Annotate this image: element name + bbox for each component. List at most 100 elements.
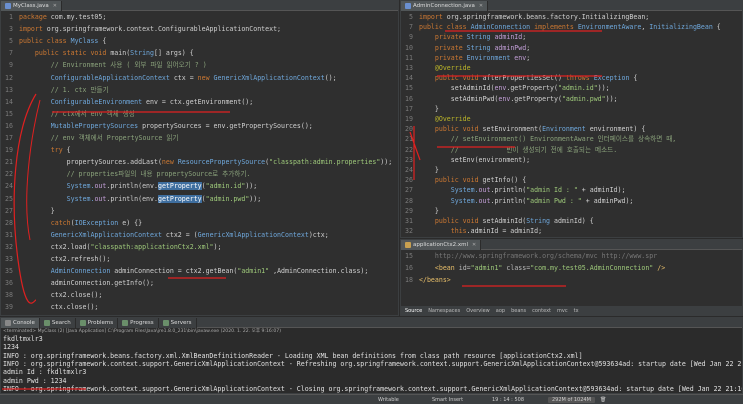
code-line[interactable]: 12 ConfigurableApplicationContext ctx = …: [1, 74, 398, 83]
xml-view-tab[interactable]: Overview: [466, 308, 490, 314]
line-number: 14: [405, 74, 413, 83]
code-line[interactable]: 19 @Override: [401, 115, 742, 124]
code-line[interactable]: 28 System.out.println("admin Pwd : " + a…: [401, 197, 742, 206]
line-number: 15: [405, 84, 413, 93]
code-line[interactable]: 11 private Environment env;: [401, 54, 742, 63]
code-line[interactable]: 5 public class MyClass {: [1, 37, 398, 46]
code-line[interactable]: 38 ctx2.close();: [1, 291, 398, 300]
code-line[interactable]: 7 public class AdminConnection implements…: [401, 23, 742, 32]
code-token: class=: [506, 264, 531, 272]
left-code-editor[interactable]: 1 package com.my.test05; 3 import org.sprin…: [1, 11, 398, 315]
code-line[interactable]: 16 MutablePropertySources propertySource…: [1, 122, 398, 131]
code-line[interactable]: 21 // setEnvironment() EnvironmentAware …: [401, 135, 742, 144]
code-text: ctx.close();: [19, 303, 99, 312]
xml-view-tab[interactable]: tx: [574, 308, 579, 314]
line-number: 18: [405, 276, 413, 284]
code-text: @Override: [419, 115, 471, 124]
console-tab[interactable]: Search: [39, 318, 76, 328]
code-line[interactable]: 18 </beans>: [401, 276, 742, 285]
xml-code-editor[interactable]: 15 http://www.springframework.org/schema…: [401, 250, 742, 306]
code-line[interactable]: 14 public void afterPropertiesSet() thro…: [401, 74, 742, 83]
line-number: 31: [5, 230, 13, 239]
code-token: org.springframework.context.Configurable…: [46, 25, 282, 34]
code-line[interactable]: 5 import org.springframework.beans.factor…: [401, 13, 742, 22]
close-icon[interactable]: ✕: [53, 3, 57, 9]
code-line[interactable]: 19 try {: [1, 146, 398, 155]
code-line[interactable]: 16 setAdminPwd(env.getProperty("admin.pw…: [401, 95, 742, 104]
xml-view-tab[interactable]: context: [532, 308, 551, 314]
xml-view-tab[interactable]: Namespaces: [428, 308, 460, 314]
code-line[interactable]: 32 this.adminId = adminId;: [401, 227, 742, 236]
code-line[interactable]: 13 @Override: [401, 64, 742, 73]
right-code-editor[interactable]: 5 import org.springframework.beans.factor…: [401, 11, 742, 237]
console-tab[interactable]: Progress: [118, 318, 159, 328]
code-line[interactable]: 23 setEnv(environment);: [401, 156, 742, 165]
xml-view-tab[interactable]: aop: [496, 308, 505, 314]
code-line[interactable]: 21 propertySources.addLast(new ResourceP…: [1, 158, 398, 167]
code-line[interactable]: 31 GenericXmlApplicationContext ctx2 = (…: [1, 231, 398, 240]
line-number: 16: [405, 94, 413, 103]
code-line[interactable]: 10 private String adminPwd;: [401, 44, 742, 53]
code-line[interactable]: 16 <bean id="admin1" class="com.my.test0…: [401, 264, 742, 273]
xml-view-tab[interactable]: Source: [405, 308, 422, 314]
code-line[interactable]: 27 }: [1, 207, 398, 216]
code-line[interactable]: 32 ctx2.load("classpath:applicationCtx2.…: [1, 243, 398, 252]
console-tab[interactable]: Console: [1, 318, 40, 328]
code-text: // 1. ctx 만들기: [19, 86, 109, 95]
line-number: 32: [405, 227, 413, 236]
code-text: try {: [19, 146, 71, 155]
code-line[interactable]: 15 http://www.springframework.org/schema…: [401, 252, 742, 261]
code-token: "com.my.test05.AdminConnection": [530, 264, 658, 272]
code-line[interactable]: 13 // 1. ctx 만들기: [1, 86, 398, 95]
code-token: ));: [380, 158, 393, 167]
trash-icon[interactable]: 🗑: [600, 397, 606, 403]
code-line[interactable]: 17 // env 객체에서 PropertySource 읽기: [1, 134, 398, 143]
code-text: // properties파일의 내용 propertySource로 추가하기…: [19, 170, 251, 179]
code-token: throws: [565, 74, 594, 83]
code-text: ctx2.load("classpath:applicationCtx2.xml…: [19, 243, 222, 252]
code-token: adminId: [494, 33, 523, 42]
code-line[interactable]: 9 private String adminId;: [401, 33, 742, 42]
code-line[interactable]: 39 ctx.close();: [1, 303, 398, 312]
console-tab[interactable]: Problems: [75, 318, 119, 328]
code-line[interactable]: 33 ctx2.refresh();: [1, 255, 398, 264]
code-line[interactable]: 9 // Environment 사용 ( 외부 파일 읽어오기 ? ): [1, 61, 398, 70]
code-line[interactable]: 22 // properties파일의 내용 propertySource로 추…: [1, 170, 398, 179]
code-line[interactable]: 1 package com.my.test05;: [1, 13, 398, 22]
code-line[interactable]: 3 import org.springframework.context.Conf…: [1, 25, 398, 34]
code-line[interactable]: 14 ConfigurableEnvironment env = ctx.get…: [1, 98, 398, 107]
code-line[interactable]: 17 }: [401, 105, 742, 114]
code-line[interactable]: 24 }: [401, 166, 742, 175]
code-token: ctx =: [173, 73, 198, 82]
console-tab-label: Search: [51, 319, 71, 326]
view-icon: [122, 319, 129, 326]
code-token: ctx2.close();: [19, 291, 103, 300]
close-icon[interactable]: ✕: [472, 242, 476, 248]
code-line[interactable]: 35 AdminConnection adminConnection = ctx…: [1, 267, 398, 276]
code-text: public void setEnvironment(Environment e…: [419, 125, 645, 134]
status-memory[interactable]: 292M of 1024M: [548, 397, 595, 403]
code-line[interactable]: 27 System.out.println("admin Id : " + ad…: [401, 186, 742, 195]
code-line[interactable]: 20 public void setEnvironment(Environmen…: [401, 125, 742, 134]
tab-applicationctx2-xml[interactable]: applicationCtx2.xml ✕: [401, 240, 482, 250]
console-tab[interactable]: Servers: [158, 318, 197, 328]
tab-myclass-java[interactable]: MyClass.java ✕: [1, 1, 62, 11]
code-line[interactable]: 31 public void setAdminId(String adminId…: [401, 217, 742, 226]
code-line[interactable]: 25 System.out.println(env.getProperty("a…: [1, 194, 398, 204]
code-line[interactable]: 29 }: [401, 207, 742, 216]
close-icon[interactable]: ✕: [479, 3, 483, 9]
code-line[interactable]: 15 setAdminId(env.getProperty("admin.id"…: [401, 84, 742, 93]
xml-view-tab[interactable]: beans: [511, 308, 526, 314]
code-line[interactable]: 36 adminConnection.getInfo();: [1, 279, 398, 288]
xml-view-tab[interactable]: mvc: [557, 308, 568, 314]
code-line[interactable]: 7 public static void main(String[] args)…: [1, 49, 398, 58]
code-line[interactable]: 26 public void getInfo() {: [401, 176, 742, 185]
code-line[interactable]: 22 // 빈이 생성되기 전에 호출되는 메소드.: [401, 146, 742, 155]
code-line[interactable]: 15 // ctx에서 env 객체 생성: [1, 110, 398, 119]
code-token: e) {}: [122, 218, 143, 227]
tab-adminconnection-java[interactable]: AdminConnection.java ✕: [401, 1, 489, 11]
code-line[interactable]: 24 System.out.println(env.getProperty("a…: [1, 182, 398, 191]
line-number: 36: [5, 279, 13, 288]
console-output[interactable]: fkdltmxlr3 1234 INFO : org.springframework…: [1, 335, 742, 393]
code-line[interactable]: 28 catch(IOException e) {}: [1, 219, 398, 228]
